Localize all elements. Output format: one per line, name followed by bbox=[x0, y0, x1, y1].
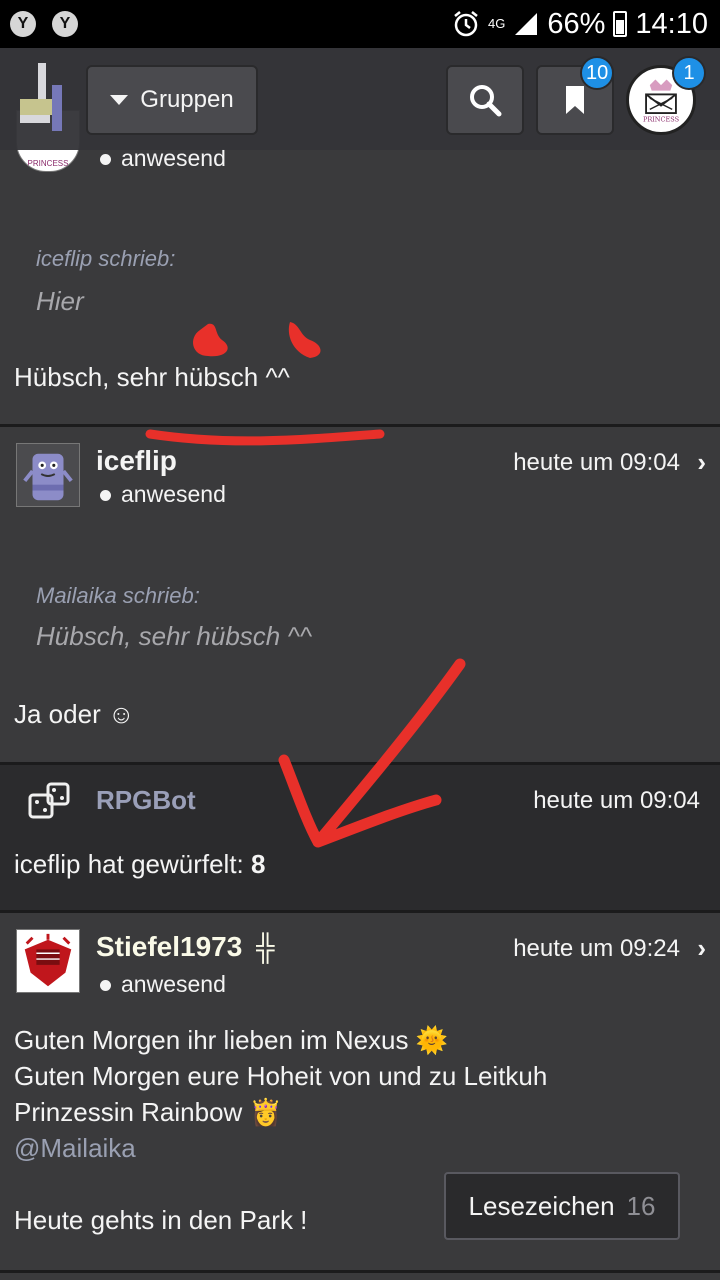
battery-icon bbox=[613, 11, 628, 37]
post-body-line: Prinzessin Rainbow 👸 bbox=[14, 1097, 282, 1127]
quote-text: Hier bbox=[36, 286, 84, 316]
dice-result: iceflip hat gewürfelt: 8 bbox=[14, 849, 265, 880]
dice-icon bbox=[28, 782, 70, 819]
status-label: anwesend bbox=[121, 971, 226, 997]
username[interactable]: iceflip bbox=[96, 445, 177, 477]
dice-result-label: iceflip hat gewürfelt: bbox=[14, 849, 252, 879]
groups-dropdown-button[interactable]: Gruppen bbox=[86, 65, 258, 135]
search-icon bbox=[470, 85, 502, 117]
towel-avatar-icon bbox=[23, 453, 73, 501]
post-time[interactable]: heute um 09:04 bbox=[513, 449, 680, 477]
chevron-right-icon[interactable]: › bbox=[697, 933, 706, 964]
post: iceflip heute um 09:04 › anwesend Mailai… bbox=[0, 427, 720, 763]
chevron-right-icon[interactable]: › bbox=[697, 447, 706, 478]
battery-percent: 66% bbox=[547, 7, 606, 40]
post-time[interactable]: heute um 09:24 bbox=[513, 935, 680, 963]
username[interactable]: Stiefel1973 ╬ bbox=[96, 931, 275, 963]
top-navigation-bar: Gruppen 10 PRINCESS 1 bbox=[0, 48, 720, 150]
bot-name[interactable]: RPGBot bbox=[96, 785, 196, 816]
post-divider bbox=[0, 1270, 720, 1273]
profile-avatar-text: PRINCESS bbox=[643, 115, 679, 123]
user-avatar[interactable] bbox=[16, 443, 80, 507]
bookmark-button-label: Lesezeichen bbox=[468, 1190, 615, 1221]
post-time: heute um 09:04 bbox=[533, 787, 700, 814]
bookmarks-count-badge: 10 bbox=[580, 56, 615, 90]
rank-badge-icon: ╬ bbox=[256, 932, 275, 962]
status-bar: Y Y 4G 66% 14:10 bbox=[0, 0, 720, 48]
username-label[interactable]: Stiefel1973 bbox=[96, 931, 242, 962]
post-body: Ja oder ☺ bbox=[14, 699, 135, 729]
user-mention-link[interactable]: @Mailaika bbox=[14, 1133, 136, 1164]
bot-post: RPGBot heute um 09:04 iceflip hat gewürf… bbox=[0, 765, 720, 911]
post-body: Hübsch, sehr hübsch ^^ bbox=[14, 362, 290, 392]
status-label: anwesend bbox=[121, 481, 226, 507]
search-button[interactable] bbox=[446, 65, 524, 135]
post: PRINCESS anwesend iceflip schrieb: Hier … bbox=[0, 110, 720, 426]
site-logo[interactable] bbox=[16, 63, 68, 131]
groups-label: Gruppen bbox=[140, 86, 234, 113]
crest-avatar-icon bbox=[24, 933, 72, 987]
user-status: anwesend bbox=[100, 481, 226, 508]
bookmark-floating-button[interactable]: Lesezeichen 16 bbox=[444, 1172, 680, 1240]
online-dot bbox=[100, 980, 111, 992]
notification-icon: Y bbox=[10, 11, 36, 37]
online-dot bbox=[100, 154, 111, 166]
bookmark-icon bbox=[566, 86, 584, 114]
profile-notification-badge: 1 bbox=[672, 56, 706, 90]
bookmark-count: 16 bbox=[626, 1190, 656, 1221]
network-indicator: 4G bbox=[488, 16, 506, 31]
clock: 14:10 bbox=[635, 7, 708, 40]
signal-icon bbox=[515, 13, 538, 35]
post-body-line: Guten Morgen eure Hoheit von und zu Leit… bbox=[14, 1061, 548, 1091]
quote-author: Mailaika schrieb: bbox=[36, 583, 200, 608]
dice-value: 8 bbox=[251, 849, 266, 879]
notification-icon: Y bbox=[52, 11, 78, 37]
alarm-icon bbox=[454, 11, 478, 37]
post-body-line: Heute gehts in den Park ! bbox=[14, 1205, 308, 1235]
quote-text: Hübsch, sehr hübsch ^^ bbox=[36, 621, 312, 651]
user-avatar[interactable] bbox=[16, 929, 80, 993]
post-body-line: Guten Morgen ihr lieben im Nexus 🌞 bbox=[14, 1025, 449, 1055]
quote-author: iceflip schrieb: bbox=[36, 246, 176, 271]
user-status: anwesend bbox=[100, 971, 226, 998]
caret-down-icon bbox=[110, 95, 129, 105]
online-dot bbox=[100, 490, 111, 502]
